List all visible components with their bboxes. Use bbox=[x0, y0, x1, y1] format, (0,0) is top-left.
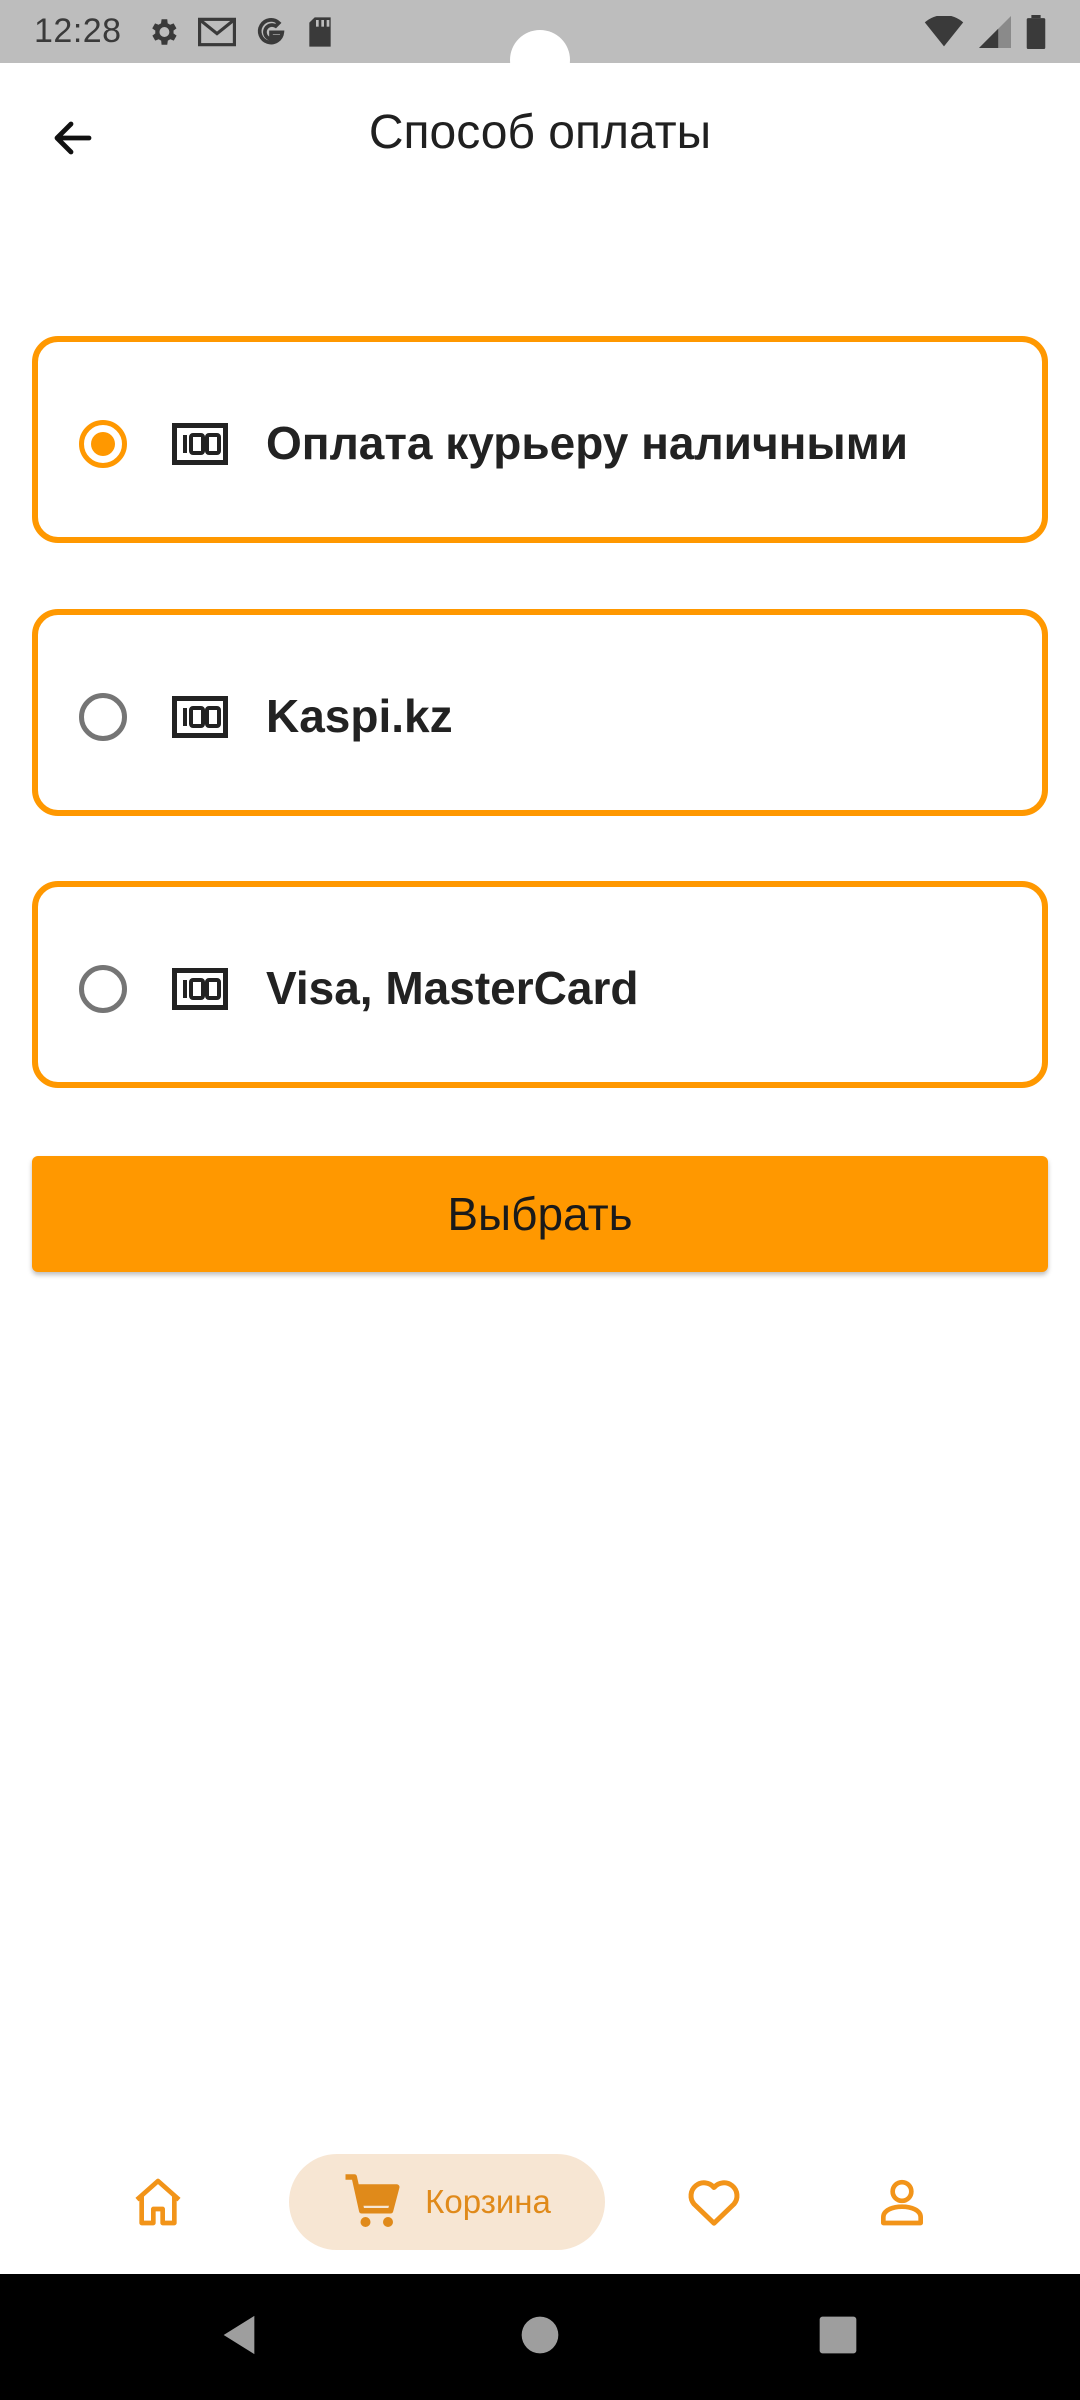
cart-icon bbox=[345, 2174, 400, 2227]
payment-option-kaspi[interactable]: Kaspi.kz bbox=[32, 609, 1048, 816]
status-time: 12:28 bbox=[34, 12, 122, 50]
payment-option-label: Kaspi.kz bbox=[266, 690, 453, 742]
payment-option-cash[interactable]: Оплата курьеру наличными bbox=[32, 336, 1048, 543]
radio-button[interactable] bbox=[79, 693, 127, 741]
wifi-icon bbox=[924, 15, 964, 46]
sd-card-icon bbox=[308, 16, 331, 47]
signal-icon bbox=[979, 15, 1011, 48]
system-recents-icon[interactable] bbox=[816, 2312, 860, 2358]
system-navigation-bar bbox=[0, 2274, 1080, 2400]
gear-icon bbox=[151, 18, 177, 45]
google-icon bbox=[257, 17, 284, 44]
radio-button[interactable] bbox=[79, 965, 127, 1013]
nav-favorites[interactable] bbox=[666, 2154, 762, 2250]
battery-icon bbox=[1026, 14, 1046, 49]
app-bar: Способ оплаты bbox=[0, 63, 1080, 213]
home-icon bbox=[135, 2178, 181, 2226]
status-right-icons bbox=[924, 14, 1046, 49]
nav-cart-label: Корзина bbox=[425, 2183, 551, 2220]
status-icons bbox=[146, 15, 334, 49]
system-home-icon[interactable] bbox=[518, 2312, 562, 2358]
nav-home[interactable] bbox=[110, 2154, 206, 2250]
payment-option-label: Visa, MasterCard bbox=[266, 962, 639, 1014]
payment-option-label: Оплата курьеру наличными bbox=[266, 417, 909, 469]
gmail-icon bbox=[197, 17, 236, 46]
bottom-navigation: Корзина bbox=[0, 2130, 1080, 2274]
cash-icon bbox=[172, 423, 228, 465]
nav-profile[interactable] bbox=[854, 2154, 950, 2250]
payment-option-card[interactable]: Visa, MasterCard bbox=[32, 881, 1048, 1088]
select-button[interactable]: Выбрать bbox=[32, 1156, 1048, 1272]
profile-icon bbox=[881, 2179, 923, 2226]
radio-button-selected[interactable] bbox=[79, 420, 127, 468]
nav-cart[interactable]: Корзина bbox=[289, 2154, 605, 2250]
cash-icon bbox=[172, 696, 228, 738]
cash-icon bbox=[172, 968, 228, 1010]
page-title: Способ оплаты bbox=[368, 106, 712, 159]
system-back-icon[interactable] bbox=[216, 2312, 262, 2358]
heart-icon bbox=[688, 2180, 740, 2226]
